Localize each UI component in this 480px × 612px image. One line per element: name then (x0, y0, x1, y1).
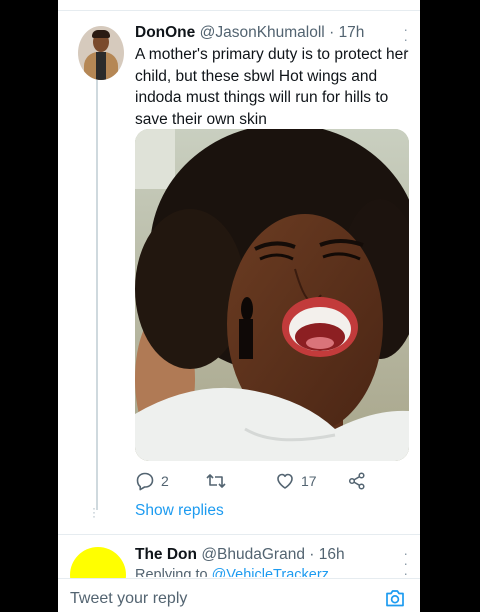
next-tweet-header: The Don @BhudaGrand · 16h (135, 546, 345, 564)
display-name[interactable]: The Don (135, 546, 197, 563)
display-name[interactable]: DonOne (135, 24, 195, 41)
replying-to-line: Replying to @VehicleTrackerz (135, 567, 329, 577)
tweet-actions: 2 17 (135, 468, 395, 494)
photo-of-laughing-woman (135, 129, 409, 461)
separator-dot: · (329, 24, 335, 41)
reply-icon (136, 472, 154, 491)
tweet-thread-screen: DonOne @JasonKhumaloll · 17h · · · A mothe… (58, 0, 420, 612)
retweet-icon (206, 474, 226, 488)
avatar[interactable] (78, 26, 124, 80)
reply-input[interactable] (70, 587, 350, 611)
retweet-button[interactable] (205, 468, 233, 494)
camera-icon[interactable] (384, 587, 406, 609)
separator-dot: · (309, 546, 315, 563)
share-icon (348, 472, 365, 490)
avatar-shirt (96, 52, 106, 80)
handle[interactable]: @BhudaGrand (201, 546, 305, 563)
show-replies-link[interactable]: Show replies (135, 502, 224, 520)
thread-dots: · · · (92, 501, 96, 523)
handle[interactable]: @JasonKhumaloll (200, 24, 325, 41)
tweet-text: A mother's primary duty is to protect he… (135, 46, 409, 128)
more-options-icon[interactable]: · · · (403, 546, 408, 580)
top-divider (58, 10, 420, 11)
avatar-hair (92, 30, 110, 38)
tweet-media-photo[interactable] (135, 129, 409, 461)
like-button[interactable]: 17 (275, 468, 317, 494)
tweet-header: DonOne @JasonKhumaloll · 17h (135, 24, 410, 46)
section-divider (58, 534, 420, 535)
replying-to-mention[interactable]: @VehicleTrackerz (212, 567, 329, 577)
share-button[interactable] (347, 468, 367, 494)
heart-icon (277, 473, 293, 489)
reply-button[interactable]: 2 (135, 468, 169, 494)
like-count: 17 (301, 473, 317, 489)
reply-count: 2 (161, 473, 169, 489)
reply-bar (58, 578, 420, 612)
thread-line (96, 80, 98, 510)
replying-prefix: Replying to (135, 567, 208, 577)
timestamp[interactable]: 17h (339, 24, 365, 41)
timestamp[interactable]: 16h (319, 546, 345, 563)
